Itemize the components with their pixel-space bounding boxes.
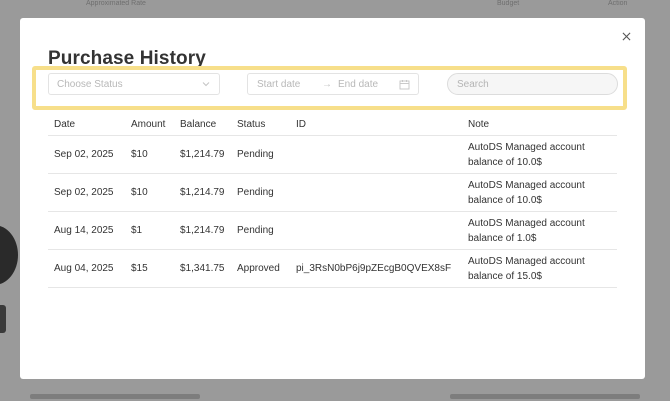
bg-header-text: Approximated Rate: [86, 0, 146, 7]
cell-amount: $1: [131, 225, 143, 236]
calendar-icon: [399, 80, 410, 90]
cell-status: Approved: [237, 263, 280, 274]
column-header-date[interactable]: Date: [48, 119, 125, 130]
cell-date: Sep 02, 2025: [54, 187, 114, 198]
cell-date: Aug 14, 2025: [54, 225, 114, 236]
column-header-amount[interactable]: Amount: [125, 119, 174, 130]
cell-note: AutoDS Managed account balance of 15.0$: [462, 254, 617, 284]
note-line: balance of 1.0$: [468, 232, 537, 244]
cell-status: Pending: [237, 225, 274, 236]
column-header-status[interactable]: Status: [231, 119, 290, 130]
purchase-history-modal: Purchase History Choose Status Start dat…: [20, 18, 645, 379]
bg-image-fragment: [0, 305, 6, 333]
column-header-note[interactable]: Note: [462, 117, 617, 132]
note-line: AutoDS Managed account: [468, 141, 585, 153]
close-button[interactable]: [619, 29, 633, 43]
cell-date: Sep 02, 2025: [54, 149, 114, 160]
cell-amount: $10: [131, 149, 148, 160]
note-line: balance of 10.0$: [468, 156, 542, 168]
cell-note: AutoDS Managed account balance of 1.0$: [462, 216, 617, 246]
table-header-row: Date Amount Balance Status ID Note: [48, 114, 617, 136]
note-line: balance of 10.0$: [468, 194, 542, 206]
note-line: AutoDS Managed account: [468, 255, 585, 267]
cell-amount: $15: [131, 263, 148, 274]
note-line: balance of 15.0$: [468, 270, 542, 282]
arrow-right-icon: →: [322, 78, 332, 90]
bg-header-text: Budget: [497, 0, 520, 7]
end-date-field[interactable]: End date: [338, 79, 378, 90]
bg-bottom-text-bar: [450, 394, 640, 399]
search-input[interactable]: [447, 73, 618, 95]
bg-image-fragment: [0, 225, 18, 285]
note-line: AutoDS Managed account: [468, 179, 585, 191]
start-date-field[interactable]: Start date: [257, 79, 300, 90]
close-icon: [622, 32, 630, 40]
table-row: Aug 04, 2025 $15 $1,341.75 Approved pi_3…: [48, 250, 617, 288]
purchase-history-table: Date Amount Balance Status ID Note Sep 0…: [48, 114, 617, 288]
cell-note: AutoDS Managed account balance of 10.0$: [462, 140, 617, 170]
bg-bottom-text-bar: [30, 394, 200, 399]
cell-date: Aug 04, 2025: [54, 263, 114, 274]
cell-id[interactable]: pi_3RsN0bP6j9pZEcgB0QVEX8sF: [290, 263, 462, 274]
cell-amount: $10: [131, 187, 148, 198]
status-select-placeholder: Choose Status: [57, 78, 123, 90]
table-row: Sep 02, 2025 $10 $1,214.79 Pending AutoD…: [48, 174, 617, 212]
cell-note: AutoDS Managed account balance of 10.0$: [462, 178, 617, 208]
table-row: Aug 14, 2025 $1 $1,214.79 Pending AutoDS…: [48, 212, 617, 250]
date-range-picker[interactable]: Start date → End date: [247, 73, 419, 95]
bg-header-text: Action: [608, 0, 628, 7]
cell-balance: $1,214.79: [180, 187, 225, 198]
cell-status: Pending: [237, 149, 274, 160]
cell-balance: $1,214.79: [180, 149, 225, 160]
table-row: Sep 02, 2025 $10 $1,214.79 Pending AutoD…: [48, 136, 617, 174]
chevron-down-icon: [202, 82, 210, 87]
cell-balance: $1,341.75: [180, 263, 225, 274]
status-select[interactable]: Choose Status: [48, 73, 220, 95]
column-header-id[interactable]: ID: [290, 119, 462, 130]
cell-status: Pending: [237, 187, 274, 198]
column-header-balance[interactable]: Balance: [174, 119, 231, 130]
note-line: AutoDS Managed account: [468, 217, 585, 229]
cell-balance: $1,214.79: [180, 225, 225, 236]
bg-bottom-strip: [30, 387, 640, 401]
